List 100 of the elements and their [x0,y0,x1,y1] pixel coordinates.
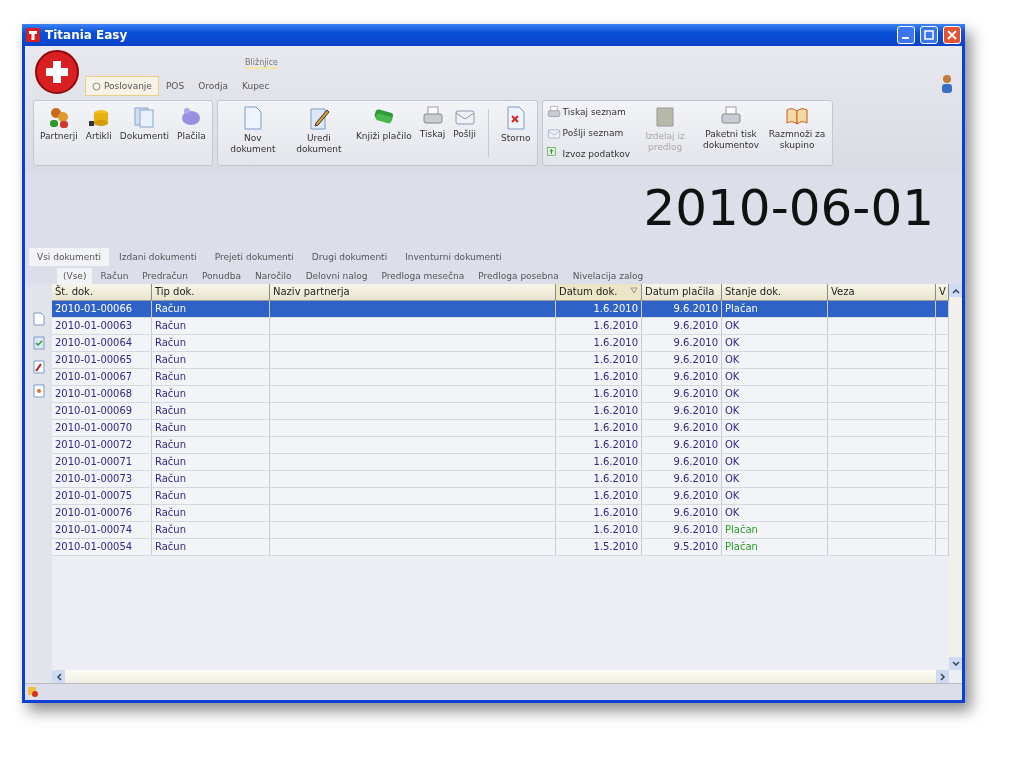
column-header[interactable]: Stanje dok. [722,284,828,300]
toolbar-button[interactable]: Tiskaj seznam [546,105,631,119]
maximize-button[interactable] [920,26,938,44]
type-tab[interactable]: Račun [94,268,135,284]
toolbar-button[interactable]: Knjiži plačilo [353,105,414,161]
table-row[interactable]: 2010-01-00064 Račun 1.6.2010 9.6.2010 OK [52,335,949,352]
pdf-document-icon[interactable] [32,360,45,374]
chevron-down-icon [951,660,960,667]
toolbar-button[interactable]: Razmnoži za skupino [766,105,829,161]
table-cell: 2010-01-00073 [52,471,152,487]
table-row[interactable]: 2010-01-00071 Račun 1.6.2010 9.6.2010 OK [52,454,949,471]
table-cell: 9.6.2010 [642,437,722,453]
table-cell: 1.6.2010 [556,437,642,453]
status-cell: OK [722,386,828,402]
table-cell: 2010-01-00066 [52,301,152,317]
toolbar-button[interactable]: Partnerji [38,105,80,161]
ribbon-tab[interactable]: Orodja [191,76,235,96]
scroll-down-button[interactable] [949,657,962,670]
ribbon-tab[interactable]: Kupec [234,76,277,96]
type-tab[interactable]: Ponudba [195,268,247,284]
document-tab[interactable]: Izdani dokumenti [111,248,205,266]
table-row[interactable]: 2010-01-00054 Račun 1.5.2010 9.5.2010 Plačan [52,539,949,556]
user-figure-icon[interactable] [940,74,954,94]
ribbon-tab[interactable]: POS [158,76,192,96]
table-cell: Račun [152,505,270,521]
type-tab[interactable]: Predloga mesečna [375,268,471,284]
document-tab[interactable]: Inventurni dokumenti [397,248,510,266]
document-icon[interactable] [32,312,45,326]
scroll-left-button[interactable] [52,670,65,683]
table-cell: Račun [152,335,270,351]
document-tab[interactable]: Prejeti dokumenti [206,248,302,266]
toolbar-button[interactable]: Tiskaj [417,105,448,161]
toolbar-button[interactable]: Dokumenti [117,105,171,161]
table-cell: 2010-01-00071 [52,454,152,470]
table-row[interactable]: 2010-01-00065 Račun 1.6.2010 9.6.2010 OK [52,352,949,369]
table-row[interactable]: 2010-01-00070 Račun 1.6.2010 9.6.2010 OK [52,420,949,437]
type-tab[interactable]: (Vse) [57,268,93,284]
toolbar-button[interactable]: Storno [499,105,533,161]
column-header[interactable]: Tip dok. [152,284,270,300]
status-cell: OK [722,403,828,419]
scroll-right-button[interactable] [936,670,949,683]
app-menu-button[interactable] [35,50,79,94]
table-row[interactable]: 2010-01-00074 Račun 1.6.2010 9.6.2010 Plačan [52,522,949,539]
table-cell: 9.6.2010 [642,420,722,436]
table-cell: 2010-01-00069 [52,403,152,419]
book-icon [785,105,810,127]
table-row[interactable]: 2010-01-00069 Račun 1.6.2010 9.6.2010 OK [52,403,949,420]
toolbar-button[interactable]: Pošlji seznam [546,126,631,140]
chevron-right-icon [939,672,946,681]
table-cell: 1.6.2010 [556,403,642,419]
table-row[interactable]: 2010-01-00068 Račun 1.6.2010 9.6.2010 OK [52,386,949,403]
table-row[interactable]: 2010-01-00066 Račun 1.6.2010 9.6.2010 Plačan [52,301,949,318]
table-row[interactable]: 2010-01-00075 Račun 1.6.2010 9.6.2010 OK [52,488,949,505]
close-button[interactable] [943,26,961,44]
table-row[interactable]: 2010-01-00076 Račun 1.6.2010 9.6.2010 OK [52,505,949,522]
table-cell: 9.6.2010 [642,471,722,487]
table-cell: 1.6.2010 [556,488,642,504]
toolbar-button[interactable]: Nov dokument [221,105,284,161]
table-cell: 2010-01-00072 [52,437,152,453]
table-cell: 2010-01-00074 [52,522,152,538]
document-tab[interactable]: Drugi dokumenti [303,248,396,266]
table-row[interactable]: 2010-01-00072 Račun 1.6.2010 9.6.2010 OK [52,437,949,454]
toolbar-button[interactable]: Uredi dokument [287,105,350,161]
table-cell: 1.6.2010 [556,352,642,368]
ribbon-tab[interactable]: Poslovanje [85,76,159,96]
column-header[interactable]: Datum dok. [556,284,642,300]
type-tab[interactable]: Predračun [136,268,194,284]
toolbar-button[interactable]: Paketni tisk dokumentov [700,105,763,161]
type-tab[interactable]: Predloga posebna [472,268,565,284]
document-tab[interactable]: Vsi dokumenti [29,248,110,266]
column-header[interactable]: Št. dok. [52,284,152,300]
table-cell: 1.6.2010 [556,335,642,351]
horizontal-scrollbar[interactable] [52,670,949,683]
table-row[interactable]: 2010-01-00073 Račun 1.6.2010 9.6.2010 OK [52,471,949,488]
table-cell: Račun [152,301,270,317]
table-cell: Račun [152,369,270,385]
type-tab[interactable]: Naročilo [248,268,298,284]
table-row[interactable]: 2010-01-00063 Račun 1.6.2010 9.6.2010 OK [52,318,949,335]
status-cell: OK [722,420,828,436]
table-cell: 2010-01-00075 [52,488,152,504]
scroll-up-button[interactable] [949,284,962,297]
table-row[interactable]: 2010-01-00067 Račun 1.6.2010 9.6.2010 OK [52,369,949,386]
sort-icon [630,286,638,294]
checked-document-icon[interactable] [32,336,45,350]
vertical-scrollbar[interactable] [949,284,962,670]
toolbar-button[interactable]: Artikli [83,105,114,161]
minimize-button[interactable] [897,26,915,44]
column-header[interactable]: Veza [828,284,936,300]
table-cell: 2010-01-00054 [52,539,152,555]
table-cell: 9.6.2010 [642,369,722,385]
toolbar-button[interactable]: Plačila [174,105,208,161]
type-tab[interactable]: Delovni nalog [299,268,374,284]
column-header[interactable]: Datum plačila [642,284,722,300]
toolbar-button[interactable]: Pošlji [451,105,479,161]
toolbar-button[interactable]: Izvoz podatkov [546,147,631,161]
table-cell: 2010-01-00065 [52,352,152,368]
status-cell: OK [722,505,828,521]
type-tab[interactable]: Nivelacija zalog [566,268,650,284]
current-date: 2010-06-01 [643,178,934,239]
status-cell: Plačan [722,522,828,538]
